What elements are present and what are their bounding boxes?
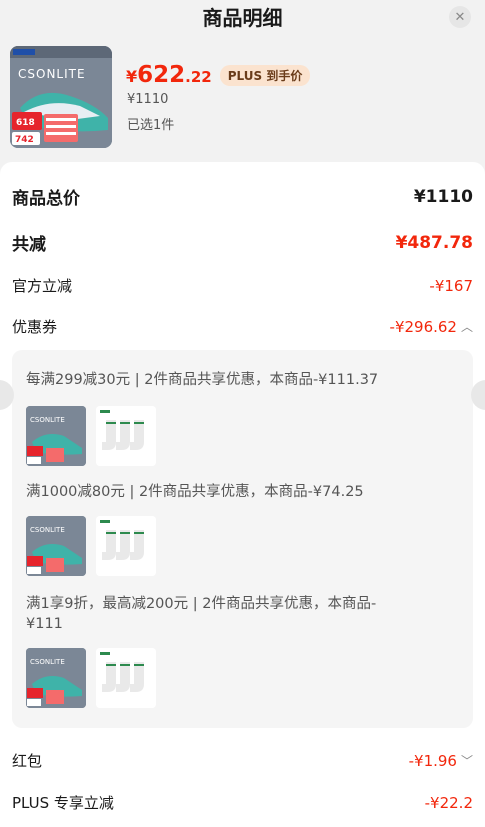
total-discount-row: 共减 ¥487.78: [12, 232, 473, 256]
product-thumb-shoe: CSONLITE: [26, 648, 86, 708]
plus-discount-row: PLUS 专享立减 -¥22.2: [12, 793, 473, 813]
final-price: ¥ 622 .22: [126, 62, 212, 88]
svg-text:CSONLITE: CSONLITE: [30, 416, 65, 424]
product-header: 商品明细 ✕ CSONLITE 618 742 ¥ 622 .22 PLUS 到…: [0, 0, 485, 162]
chevron-down-icon[interactable]: ﹀: [461, 752, 473, 769]
original-price: ¥1110: [127, 92, 169, 107]
total-price-row: 商品总价 ¥1110: [12, 186, 473, 210]
page-title: 商品明细: [202, 6, 283, 30]
coupon-item-3: 满1享9折，最高减200元 | 2件商品共享优惠，本商品-¥111: [26, 596, 377, 632]
svg-text:CSONLITE: CSONLITE: [30, 526, 65, 534]
red-packet-row[interactable]: 红包 -¥1.96 ﹀: [12, 750, 473, 771]
product-thumb-socks: [96, 516, 156, 576]
svg-text:CSONLITE: CSONLITE: [30, 658, 65, 666]
product-thumb-socks: [96, 648, 156, 708]
svg-text:CSONLITE: CSONLITE: [18, 67, 86, 81]
price-detail-panel: 商品总价 ¥1110 共减 ¥487.78 官方立减 -¥167 优惠券 -¥2…: [0, 162, 485, 827]
svg-text:618: 618: [16, 118, 35, 128]
official-discount-row: 官方立减 -¥167: [12, 276, 473, 296]
close-icon[interactable]: ✕: [449, 6, 471, 28]
plus-price-badge: PLUS 到手价: [219, 64, 311, 86]
svg-text:742: 742: [15, 135, 34, 145]
scroll-right-hint: [471, 380, 485, 410]
product-thumb-shoe: CSONLITE: [26, 406, 86, 466]
selected-count: 已选1件: [127, 118, 175, 133]
product-image: CSONLITE 618 742: [10, 46, 112, 148]
coupon-item-1: 每满299减30元 | 2件商品共享优惠，本商品-¥111.37: [26, 372, 379, 388]
coupon-row[interactable]: 优惠券 -¥296.62 ︿: [12, 316, 473, 337]
chevron-up-icon[interactable]: ︿: [461, 318, 473, 335]
coupon-detail-box: 每满299减30元 | 2件商品共享优惠，本商品-¥111.37 CSONLIT…: [12, 350, 473, 728]
product-thumb-shoe: CSONLITE: [26, 516, 86, 576]
price-row: ¥ 622 .22 PLUS 到手价: [126, 62, 311, 88]
product-thumb-socks: [96, 406, 156, 466]
coupon-item-2: 满1000减80元 | 2件商品共享优惠，本商品-¥74.25: [26, 484, 364, 500]
